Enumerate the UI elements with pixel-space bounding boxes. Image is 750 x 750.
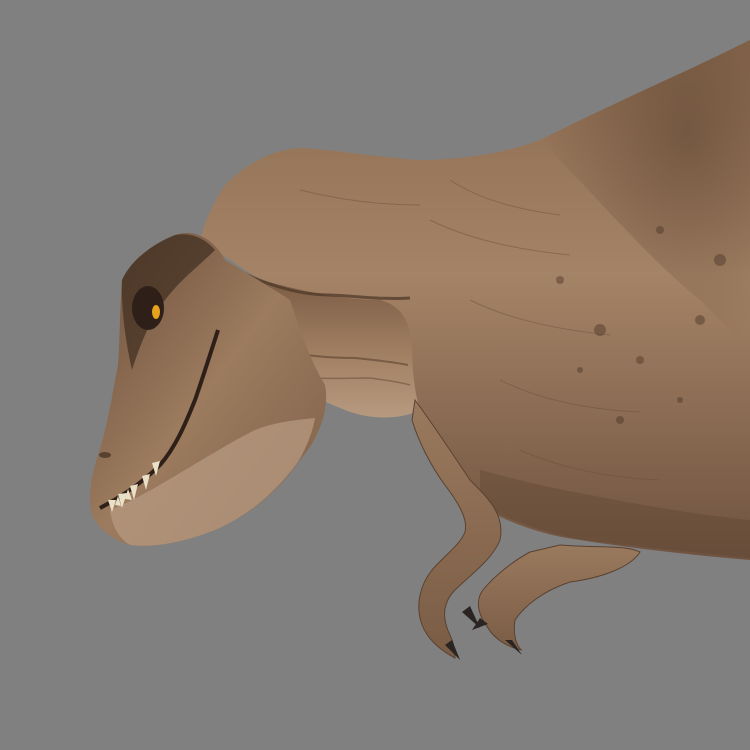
- render-viewport: [0, 0, 750, 750]
- nostril: [99, 452, 111, 458]
- dinosaur-render: [0, 0, 750, 750]
- eye-icon: [152, 305, 160, 319]
